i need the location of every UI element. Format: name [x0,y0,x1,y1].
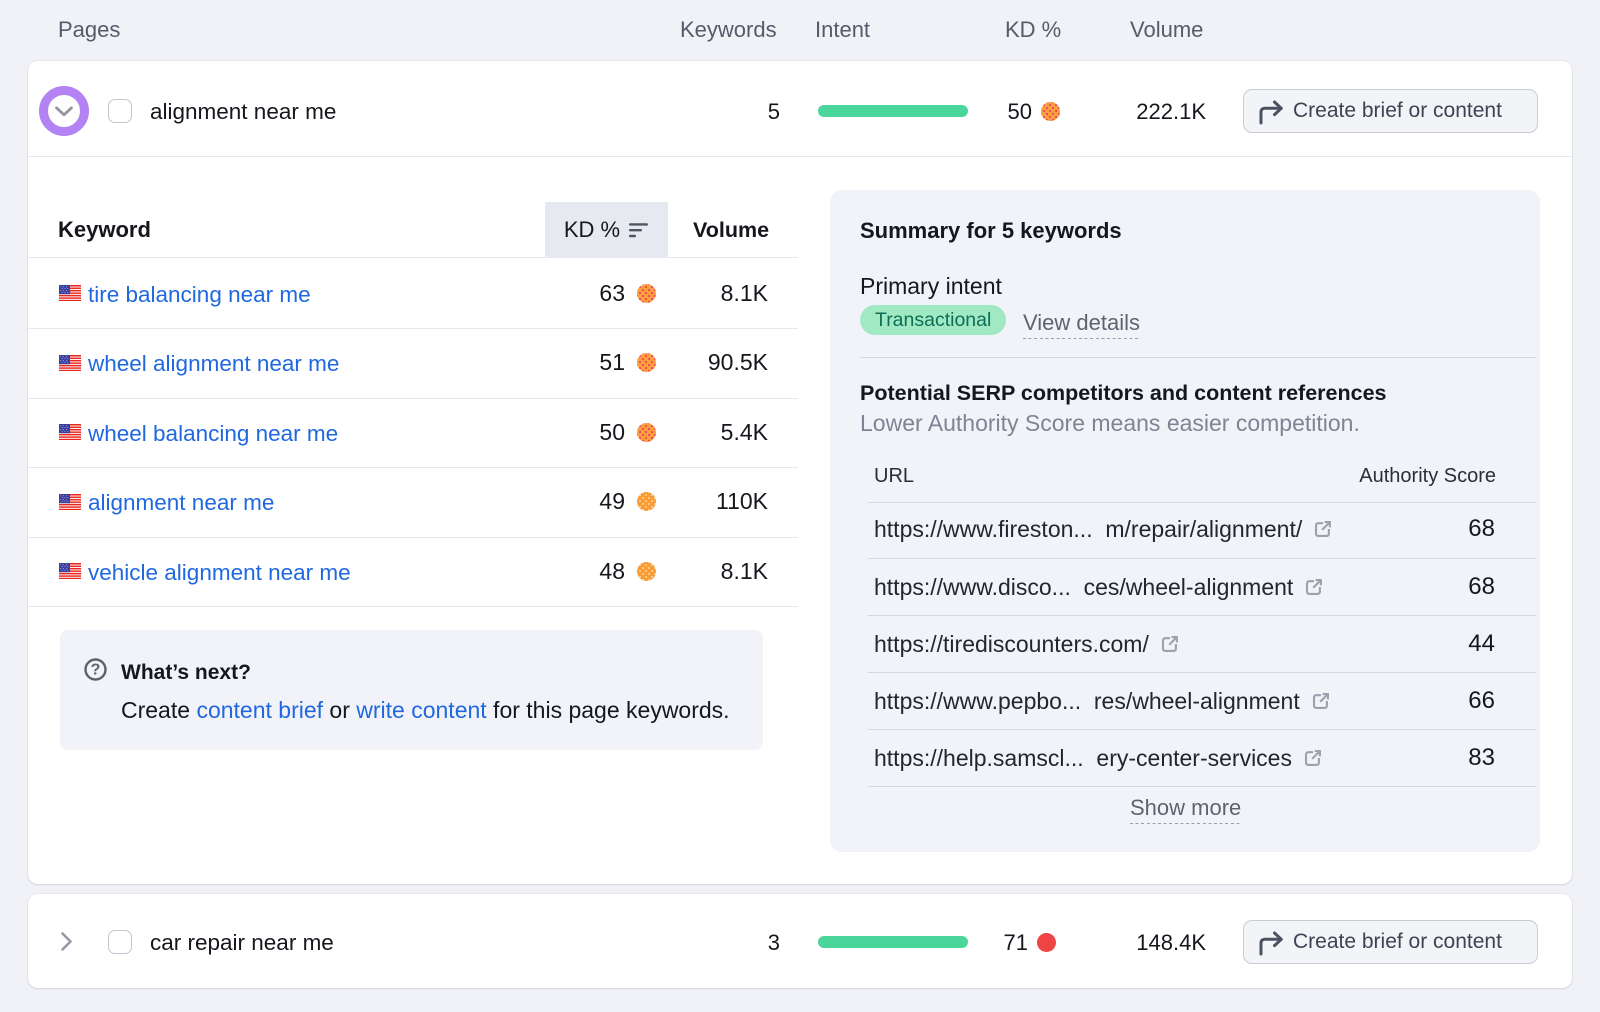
svg-text:?: ? [91,661,101,678]
